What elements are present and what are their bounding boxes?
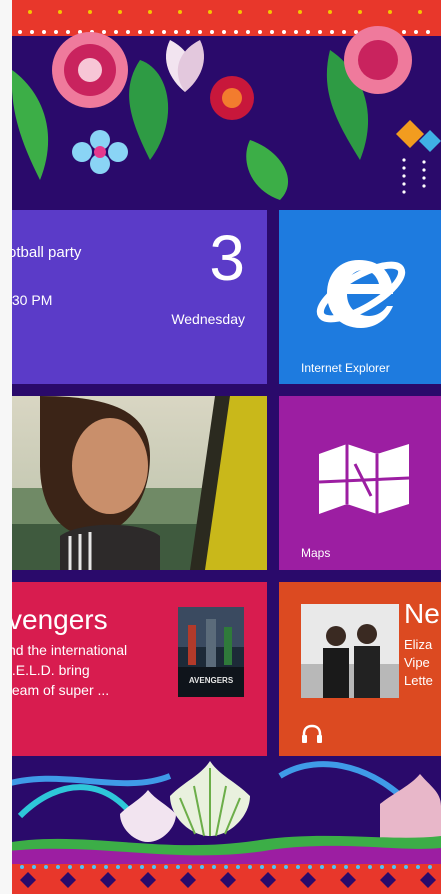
music-meta-line: Eliza — [404, 637, 433, 652]
photo — [0, 396, 267, 570]
top-decoration — [0, 0, 441, 200]
internet-explorer-icon — [316, 260, 406, 328]
internet-explorer-label: Internet Explorer — [301, 361, 390, 375]
calendar-weekday: Wednesday — [171, 311, 245, 327]
music-tile[interactable]: Ne Eliza Vipe Lette — [279, 582, 441, 756]
start-screen: otball party :30 PM 3 Wednesday Internet… — [0, 0, 441, 894]
internet-explorer-tile[interactable]: Internet Explorer — [279, 210, 441, 384]
video-description-line: I.E.L.D. bring — [8, 662, 90, 678]
screen-edge — [0, 0, 12, 894]
calendar-event-time: :30 PM — [8, 292, 53, 308]
bottom-decoration — [0, 761, 441, 894]
calendar-event-title: otball party — [8, 244, 82, 261]
poster-title: AVENGERS — [189, 676, 234, 685]
calendar-tile[interactable]: otball party :30 PM 3 Wednesday — [0, 210, 267, 384]
maps-label: Maps — [301, 546, 331, 560]
music-meta-line: Vipe — [404, 655, 430, 670]
music-meta-line: Lette — [404, 673, 433, 688]
music-title: Ne — [404, 598, 440, 629]
movie-poster: AVENGERS — [178, 607, 244, 697]
photos-tile[interactable] — [0, 396, 267, 570]
headphones-icon — [302, 724, 322, 743]
video-tile[interactable]: vengers nd the international I.E.L.D. br… — [0, 582, 267, 756]
video-title: vengers — [8, 604, 108, 635]
album-art — [301, 604, 399, 698]
video-description-line: team of super ... — [8, 682, 110, 698]
video-description-line: nd the international — [8, 642, 128, 658]
maps-icon — [319, 444, 409, 514]
maps-tile[interactable]: Maps — [279, 396, 441, 570]
calendar-day-number: 3 — [209, 222, 245, 294]
